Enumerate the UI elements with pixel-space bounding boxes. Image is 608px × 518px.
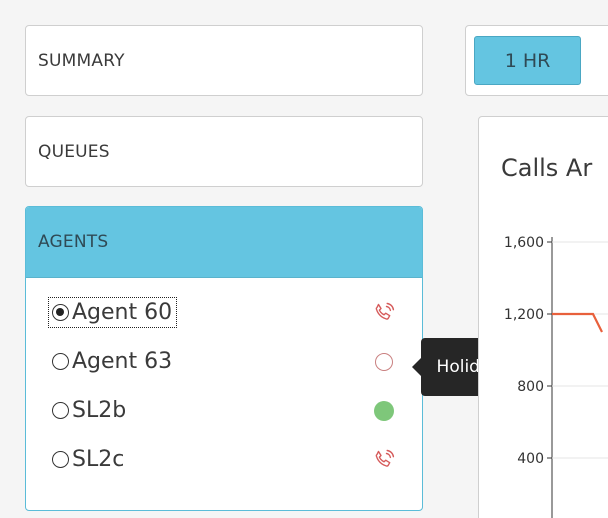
dashboard: SUMMARY QUEUES AGENTS Agent 60 Agent 63 …	[0, 0, 608, 518]
radio-button[interactable]	[52, 451, 69, 468]
agent-row: SL2b	[26, 386, 422, 435]
summary-panel: SUMMARY	[25, 25, 423, 96]
y-tick-label: 400	[517, 451, 544, 467]
status-ring	[375, 352, 393, 371]
radio-button-checked[interactable]	[52, 304, 69, 321]
series-line	[552, 312, 603, 333]
agents-header[interactable]: AGENTS	[26, 207, 422, 278]
queues-label: QUEUES	[38, 141, 110, 162]
time-range-toolbar: 1 HR	[465, 25, 608, 96]
status-dot	[374, 400, 394, 421]
agent-name: SL2c	[72, 447, 125, 472]
summary-label: SUMMARY	[38, 50, 125, 71]
queues-header[interactable]: QUEUES	[26, 117, 422, 186]
y-tick-label: 1,600	[504, 235, 544, 251]
range-1hr-label: 1 HR	[504, 49, 551, 72]
agent-row: Agent 63	[26, 337, 422, 386]
phone-ringing-icon	[371, 447, 397, 473]
agents-panel: AGENTS Agent 60 Agent 63 SL2b SL2c	[25, 206, 423, 511]
radio-button[interactable]	[52, 402, 69, 419]
summary-header[interactable]: SUMMARY	[26, 26, 422, 95]
agent-name: Agent 63	[72, 349, 173, 374]
agent-row: Agent 60	[26, 288, 422, 337]
chart-panel: Calls Ar 1,600 1,200 800 400	[478, 116, 608, 518]
agent-list: Agent 60 Agent 63 SL2b SL2c	[26, 278, 422, 484]
agent-row: SL2c	[26, 435, 422, 484]
agent-name: SL2b	[72, 398, 127, 423]
agent-radio-option[interactable]: SL2b	[48, 395, 131, 426]
calls-chart: 1,600 1,200 800 400	[504, 235, 608, 518]
range-1hr-button[interactable]: 1 HR	[474, 36, 581, 85]
agent-radio-option[interactable]: Agent 63	[48, 346, 177, 377]
radio-button[interactable]	[52, 353, 69, 370]
queues-panel: QUEUES	[25, 116, 423, 187]
agent-radio-option[interactable]: Agent 60	[48, 297, 178, 328]
status-dot-icon	[371, 398, 397, 424]
status-ring-icon[interactable]	[371, 349, 397, 375]
agents-label: AGENTS	[38, 232, 109, 252]
y-tick-label: 1,200	[504, 307, 544, 323]
agent-radio-option[interactable]: SL2c	[48, 444, 129, 475]
phone-ringing-icon	[371, 300, 397, 326]
agent-name: Agent 60	[72, 300, 173, 325]
y-tick-label: 800	[517, 379, 544, 395]
